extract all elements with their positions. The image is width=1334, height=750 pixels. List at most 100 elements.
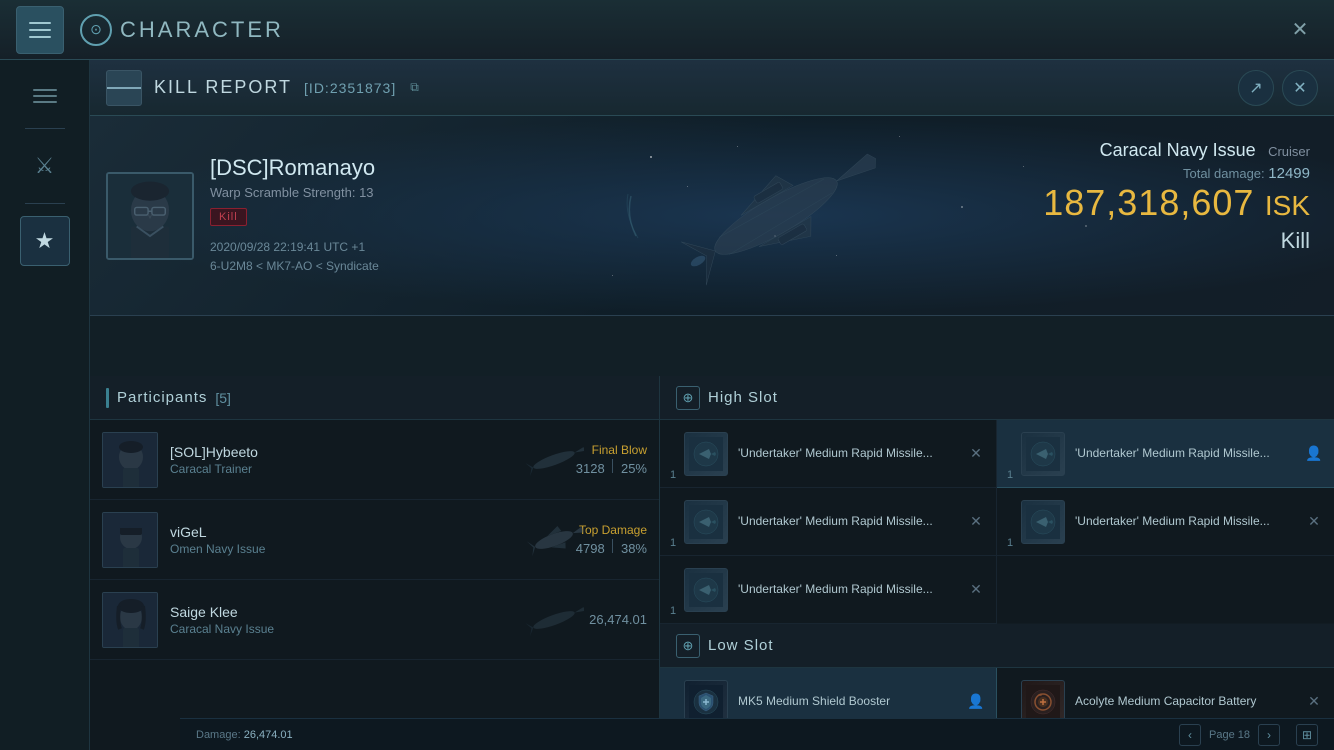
sidebar-item-favorites[interactable]: ★ (20, 216, 70, 266)
shield-icon-1 (684, 680, 728, 724)
pilot-info: [DSC]Romanayo Warp Scramble Strength: 13… (210, 155, 379, 276)
participant-avatar-2 (102, 512, 158, 568)
participants-count: [5] (215, 390, 231, 406)
pagination: ‹ Page 18 › ⊞ (1179, 724, 1318, 746)
kill-datetime: 2020/09/28 22:19:41 UTC +1 6-U2M8 < MK7-… (210, 238, 379, 276)
slot-qty-1: 1 (670, 469, 676, 481)
lower-section: Participants [5] [SOL]Hybeeto Caracal Tr… (90, 376, 1334, 750)
slot-qty-1r: 1 (1007, 469, 1013, 481)
slot-name-2r: 'Undertaker' Medium Rapid Missile... (1075, 513, 1294, 530)
kill-info-bar: [DSC]Romanayo Warp Scramble Strength: 13… (90, 116, 1334, 316)
participant-row[interactable]: viGeL Omen Navy Issue Top Damage (90, 500, 659, 580)
participant-name-1: [SOL]Hybeeto (170, 444, 564, 460)
sidebar-divider-1 (25, 128, 65, 129)
pilot-avatar (106, 172, 194, 260)
low-slot-name-1r: Acolyte Medium Capacitor Battery (1075, 693, 1294, 710)
participant-info-3: Saige Klee Caracal Navy Issue (170, 604, 577, 636)
damage-label: Total damage: 12499 (1043, 165, 1310, 182)
high-slot-item-2[interactable]: 1 'Undertaker' Medium Rapid Missile... ✕ (660, 488, 997, 556)
participant-stats-3: 26,474.01 (589, 612, 647, 627)
high-slot-item-1r[interactable]: 1 'Undertaker' Medium Rapid Missile... 👤 (997, 420, 1334, 488)
isk-value: 187,318,607 (1043, 182, 1254, 223)
close-kr-button[interactable]: ✕ (1282, 70, 1318, 106)
participants-header: Participants [5] (90, 376, 659, 420)
high-slot-item-3[interactable]: 1 'Undertaker' Medium Rapid Missile... ✕ (660, 556, 997, 624)
low-slot-title: Low Slot (708, 637, 774, 654)
missile-icon-1r (1021, 432, 1065, 476)
header-accent (106, 388, 109, 408)
slot-x-1[interactable]: ✕ (966, 444, 986, 464)
participant-numbers-2: 4798 38% (576, 539, 647, 556)
ship-display (616, 126, 936, 306)
kill-result-label: Kill (1043, 228, 1310, 254)
low-slot-name-1: MK5 Medium Shield Booster (738, 693, 956, 710)
participant-row[interactable]: Saige Klee Caracal Navy Issue 26,474.01 (90, 580, 659, 660)
sidebar-menu-button[interactable] (20, 76, 70, 116)
battery-icon-1 (1021, 680, 1065, 724)
person-icon-1: 👤 (1304, 444, 1324, 464)
kr-title: KILL REPORT (154, 77, 292, 98)
final-blow-label: Final Blow (576, 443, 647, 457)
slot-qty-2: 1 (670, 537, 676, 549)
character-icon: ⊙ (80, 14, 112, 46)
main-menu-button[interactable] (16, 6, 64, 54)
high-slot-icon: ⊕ (676, 386, 700, 410)
participant-stats-2: Top Damage 4798 38% (576, 523, 647, 556)
high-slot-item-1[interactable]: 1 'Undertaker' Medium Rapid Missile... ✕ (660, 420, 997, 488)
missile-icon-1 (684, 432, 728, 476)
top-damage-label: Top Damage (576, 523, 647, 537)
sidebar-item-combat[interactable]: ⚔ (20, 141, 70, 191)
missile-icon-2r (1021, 500, 1065, 544)
page-label: Page 18 (1209, 729, 1250, 741)
bottom-damage-label: Damage: 26,474.01 (196, 729, 293, 741)
high-slot-title: High Slot (708, 389, 778, 406)
kill-stats: Caracal Navy Issue Cruiser Total damage:… (1043, 140, 1310, 254)
next-page-button[interactable]: › (1258, 724, 1280, 746)
kr-id: [ID:2351873] (304, 80, 396, 96)
pilot-name: [DSC]Romanayo (210, 155, 379, 181)
slot-qty-3: 1 (670, 605, 676, 617)
missile-icon-3 (684, 568, 728, 612)
bottom-damage-value: 26,474.01 (244, 729, 293, 741)
copy-icon[interactable]: ⧉ (410, 80, 419, 95)
participant-ship-3: Caracal Navy Issue (170, 622, 577, 636)
high-slot-item-2r[interactable]: 1 'Undertaker' Medium Rapid Missile... ✕ (997, 488, 1334, 556)
participant-name-3: Saige Klee (170, 604, 577, 620)
slot-x-3[interactable]: ✕ (966, 580, 986, 600)
slot-x-2r[interactable]: ✕ (1304, 512, 1324, 532)
slot-x-2[interactable]: ✕ (966, 512, 986, 532)
participant-ship-2: Omen Navy Issue (170, 542, 564, 556)
kill-badge: Kill (210, 208, 247, 226)
kr-menu-button[interactable] (106, 70, 142, 106)
ship-class: Cruiser (1268, 144, 1310, 159)
missile-icon-2 (684, 500, 728, 544)
top-bar: ⊙ CHARACTER ✕ (0, 0, 1334, 60)
sidebar-divider-2 (25, 203, 65, 204)
participant-info-2: viGeL Omen Navy Issue (170, 524, 564, 556)
participant-avatar-1 (102, 432, 158, 488)
participant-numbers-1: 3128 25% (576, 459, 647, 476)
export-button[interactable]: ↗ (1238, 70, 1274, 106)
slot-qty-2r: 1 (1007, 537, 1013, 549)
high-slot-empty (997, 556, 1334, 624)
participants-panel: Participants [5] [SOL]Hybeeto Caracal Tr… (90, 376, 660, 750)
kill-report-header: KILL REPORT [ID:2351873] ⧉ ↗ ✕ (90, 60, 1334, 116)
isk-label: ISK (1265, 190, 1310, 221)
participant-info-1: [SOL]Hybeeto Caracal Trainer (170, 444, 564, 476)
filter-button[interactable]: ⊞ (1296, 724, 1318, 746)
participant-ship-1: Caracal Trainer (170, 462, 564, 476)
slot-x-low-1r[interactable]: ✕ (1304, 692, 1324, 712)
participant-row[interactable]: [SOL]Hybeeto Caracal Trainer Final Blow … (90, 420, 659, 500)
ship-name: Caracal Navy Issue (1100, 140, 1256, 160)
left-sidebar: ⚔ ★ (0, 60, 90, 750)
slot-name-1r: 'Undertaker' Medium Rapid Missile... (1075, 445, 1294, 462)
main-panel: KILL REPORT [ID:2351873] ⧉ ↗ ✕ (90, 60, 1334, 750)
prev-page-button[interactable]: ‹ (1179, 724, 1201, 746)
low-slot-header: ⊕ Low Slot (660, 624, 1334, 668)
close-window-button[interactable]: ✕ (1282, 12, 1318, 48)
pilot-warp: Warp Scramble Strength: 13 (210, 185, 379, 200)
participant-numbers-3: 26,474.01 (589, 612, 647, 627)
slots-panel: ⊕ High Slot 1 (660, 376, 1334, 750)
kr-actions: ↗ ✕ (1238, 70, 1318, 106)
high-slot-header: ⊕ High Slot (660, 376, 1334, 420)
